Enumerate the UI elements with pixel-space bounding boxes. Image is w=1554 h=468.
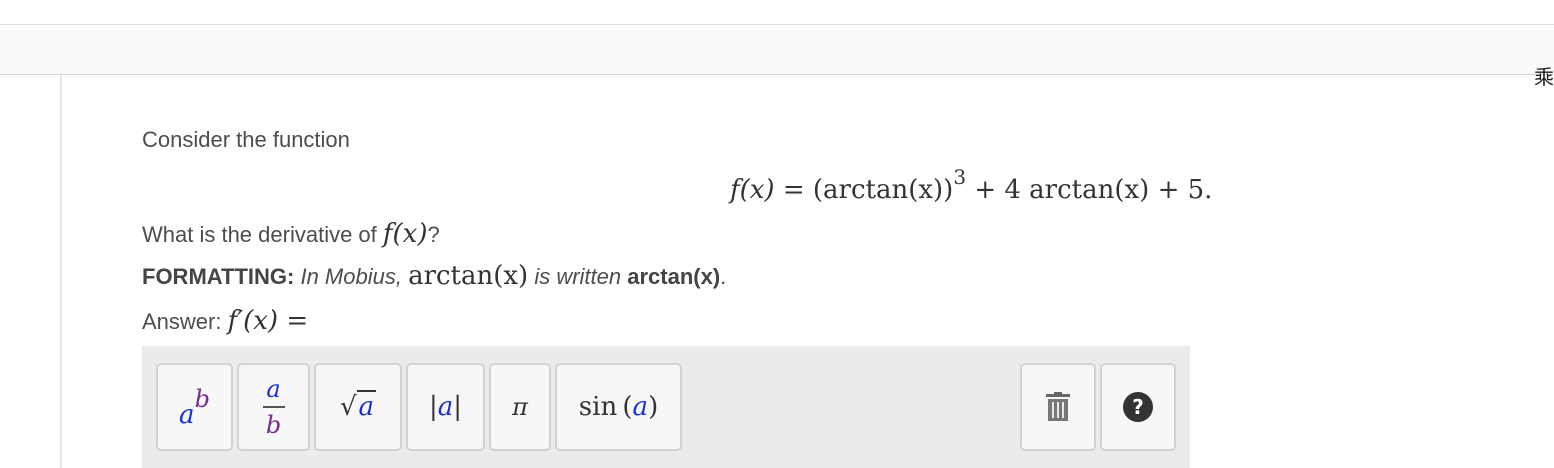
function-rest: + 4 arctan(x) + 5. [966,175,1213,205]
sin-close-paren: ) [648,392,659,422]
function-lhs: f(x) = [730,175,813,205]
abs-right-bar: | [453,392,463,422]
pi-icon: π [512,393,528,421]
question-math: f(x) [383,219,428,249]
fraction-den: b [265,411,282,439]
question-prefix: What is the derivative of [142,222,383,247]
function-term1: (arctan(x)) [812,175,954,205]
formatting-math: arctan(x) [408,261,529,291]
sqrt-radicand: a [356,390,377,422]
sin-icon: sin (a) [579,392,658,422]
power-base: a [179,400,195,430]
abs-inner: a [437,392,454,422]
question-suffix: ? [427,222,440,247]
fraction-button[interactable]: a b [237,363,310,451]
formatting-text1: In Mobius, [294,264,409,289]
function-exponent: 3 [953,165,967,189]
math-editor-toolbar: ab a b √a |a| π sin (a) ? [142,346,1190,468]
sqrt-icon: √a [339,390,377,422]
power-icon: ab [179,385,210,430]
sin-open-paren: ( [622,392,633,422]
formatting-note: FORMATTING: In Mobius, arctan(x) is writ… [142,261,726,291]
formatting-code: arctan(x) [627,264,721,289]
trash-icon [1046,392,1070,421]
answer-label: Answer: [142,309,228,334]
answer-math-text: f′(x) = [227,306,309,336]
abs-left-bar: | [428,392,438,422]
fraction-num: a [266,375,281,403]
function-definition: f(x) = (arctan(x))3 + 4 arctan(x) + 5. [730,165,1212,205]
power-exp: b [194,385,210,413]
fraction-icon: a b [262,374,285,440]
formatting-text2: is written [528,264,628,289]
fraction-bar [262,406,285,408]
left-gutter [0,75,62,468]
sqrt-symbol: √ [339,392,357,422]
help-button[interactable]: ? [1100,363,1176,451]
sin-arg: a [632,392,649,422]
clear-button[interactable] [1020,363,1096,451]
power-button[interactable]: ab [156,363,233,451]
sin-fn: sin [578,392,618,422]
pi-button[interactable]: π [489,363,551,451]
problem-intro: Consider the function [142,127,350,152]
formatting-label: FORMATTING: [142,264,295,289]
answer-math: f′(x) = [228,306,309,336]
answer-line: Answer: f′(x) = [142,306,308,336]
question-math-text: f(x) [382,219,428,249]
question-circle-icon: ? [1123,392,1153,422]
header-bar: 乘 [0,25,1554,89]
absolute-value-button[interactable]: |a| [406,363,485,451]
question-text: What is the derivative of f(x)? [142,219,440,249]
sin-button[interactable]: sin (a) [555,363,682,451]
absolute-value-icon: |a| [429,392,462,422]
sqrt-button[interactable]: √a [314,363,402,451]
formatting-end: . [720,264,727,289]
corner-glyph: 乘 [1534,65,1554,89]
